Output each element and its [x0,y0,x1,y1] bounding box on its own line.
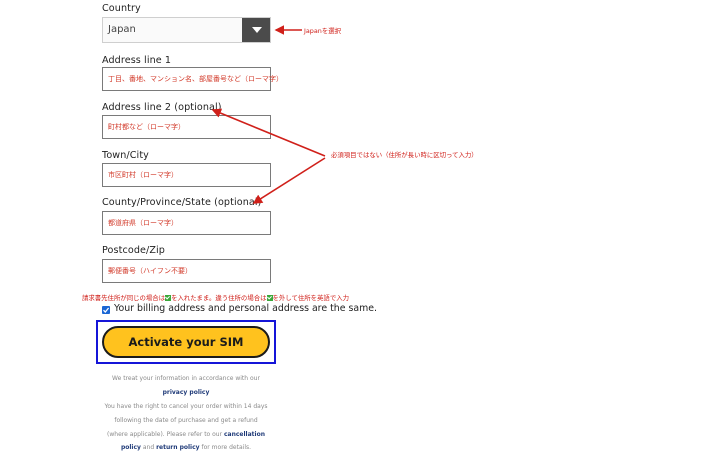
address2-arrow [211,108,326,157]
county-arrow [252,157,326,204]
annotation-arrows [211,25,326,204]
